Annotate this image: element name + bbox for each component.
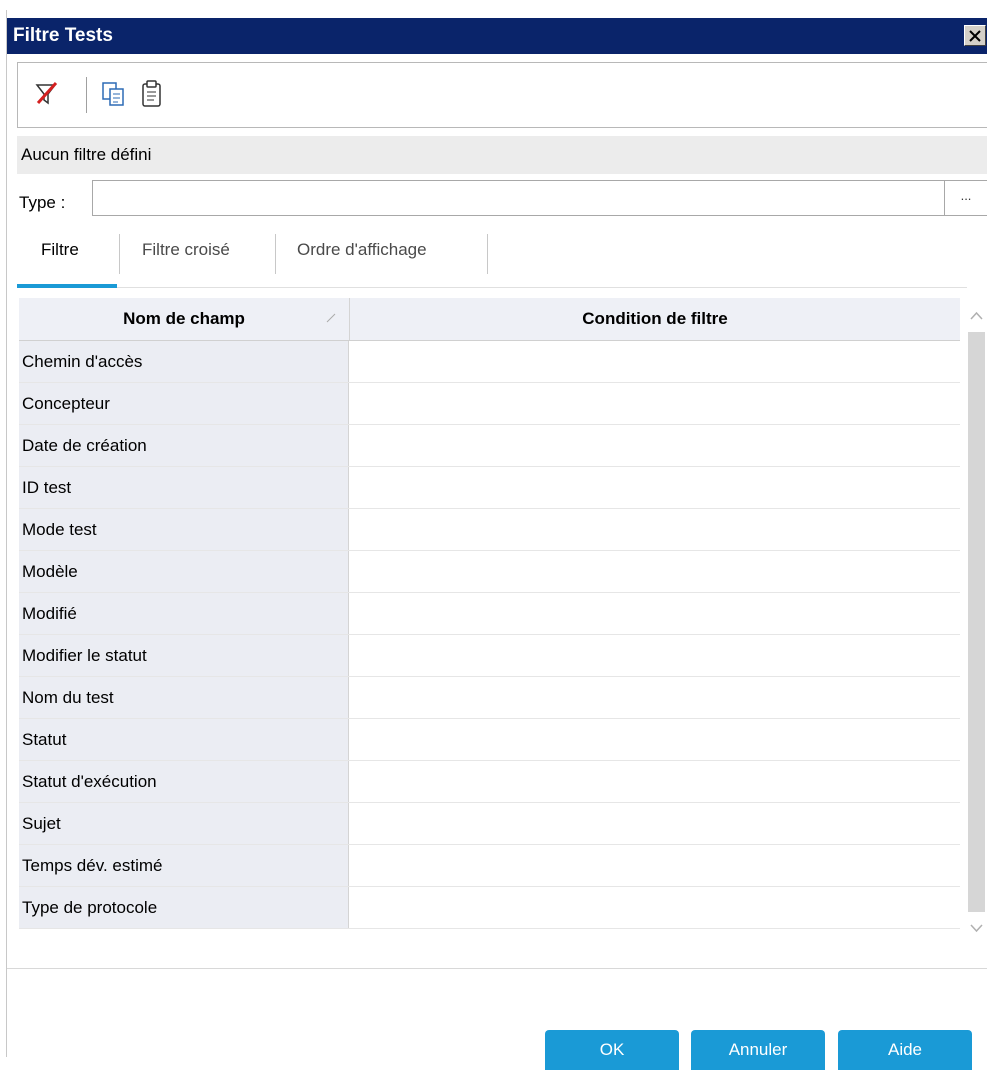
footer-divider <box>7 968 987 969</box>
table-row[interactable]: Modifier le statut <box>19 635 960 677</box>
clear-filter-button[interactable] <box>34 79 62 109</box>
grid-header: Nom de champ Condition de filtre <box>19 298 960 341</box>
scroll-down-button[interactable] <box>965 916 987 940</box>
tab-filtre[interactable]: Filtre <box>41 240 79 260</box>
cancel-button[interactable]: Annuler <box>691 1030 825 1070</box>
filter-condition-cell[interactable] <box>350 761 960 802</box>
field-name-cell: Date de création <box>19 425 349 466</box>
filter-condition-cell[interactable] <box>350 467 960 508</box>
toolbar-separator <box>86 77 87 113</box>
field-name-cell: Nom du test <box>19 677 349 718</box>
column-header-field-name-label: Nom de champ <box>123 309 245 328</box>
filter-condition-cell[interactable] <box>350 845 960 886</box>
tab-separator <box>119 234 120 274</box>
field-name-cell: Temps dév. estimé <box>19 845 349 886</box>
filter-grid: Nom de champ Condition de filtre Chemin … <box>19 298 960 946</box>
table-row[interactable]: Statut d'exécution <box>19 761 960 803</box>
toolbar <box>17 62 987 128</box>
column-header-filter-condition[interactable]: Condition de filtre <box>350 298 960 340</box>
field-name-cell: Sujet <box>19 803 349 844</box>
tab-ordre-affichage[interactable]: Ordre d'affichage <box>297 240 427 260</box>
tab-bar: Filtre Filtre croisé Ordre d'affichage <box>17 230 987 292</box>
table-row[interactable]: Chemin d'accès <box>19 341 960 383</box>
field-name-cell: Modèle <box>19 551 349 592</box>
filter-condition-cell[interactable] <box>350 425 960 466</box>
field-name-cell: Modifier le statut <box>19 635 349 676</box>
filter-condition-cell[interactable] <box>350 635 960 676</box>
field-name-cell: ID test <box>19 467 349 508</box>
filter-condition-cell[interactable] <box>350 509 960 550</box>
vertical-scrollbar[interactable] <box>965 302 987 948</box>
paste-icon <box>142 80 161 107</box>
clear-filter-icon <box>35 81 58 105</box>
table-row[interactable]: ID test <box>19 467 960 509</box>
table-row[interactable]: Temps dév. estimé <box>19 845 960 887</box>
dialog-title: Filtre Tests <box>13 25 113 46</box>
help-button[interactable]: Aide <box>838 1030 972 1070</box>
active-tab-indicator <box>17 284 117 288</box>
filter-condition-cell[interactable] <box>350 677 960 718</box>
table-row[interactable]: Nom du test <box>19 677 960 719</box>
column-header-filter-condition-label: Condition de filtre <box>582 309 728 328</box>
type-input[interactable] <box>92 180 945 216</box>
field-name-cell: Concepteur <box>19 383 349 424</box>
close-icon <box>969 29 981 42</box>
title-bar: Filtre Tests <box>7 18 987 54</box>
table-row[interactable]: Concepteur <box>19 383 960 425</box>
close-button[interactable] <box>964 25 986 46</box>
column-header-field-name[interactable]: Nom de champ <box>19 298 350 340</box>
field-name-cell: Chemin d'accès <box>19 341 349 382</box>
tab-separator <box>275 234 276 274</box>
table-row[interactable]: Type de protocole <box>19 887 960 929</box>
table-row[interactable]: Modèle <box>19 551 960 593</box>
field-name-cell: Statut <box>19 719 349 760</box>
filter-condition-cell[interactable] <box>350 887 960 928</box>
table-row[interactable]: Modifié <box>19 593 960 635</box>
tab-baseline <box>17 287 967 288</box>
type-label: Type : <box>19 193 66 212</box>
chevron-down-icon <box>970 924 983 933</box>
field-name-cell: Mode test <box>19 509 349 550</box>
filter-status-bar: Aucun filtre défini <box>17 136 987 174</box>
chevron-up-icon <box>970 311 983 320</box>
table-row[interactable]: Statut <box>19 719 960 761</box>
filter-condition-cell[interactable] <box>350 383 960 424</box>
paste-button[interactable] <box>138 79 166 109</box>
filter-dialog: Filtre Tests Aucun filtre défini Type: … <box>6 10 987 1070</box>
table-row[interactable]: Date de création <box>19 425 960 467</box>
filter-condition-cell[interactable] <box>350 341 960 382</box>
scroll-up-button[interactable] <box>965 304 987 328</box>
field-name-cell: Statut d'exécution <box>19 761 349 802</box>
field-name-cell: Type de protocole <box>19 887 349 928</box>
filter-condition-cell[interactable] <box>350 803 960 844</box>
copy-icon <box>102 82 124 106</box>
field-name-cell: Modifié <box>19 593 349 634</box>
filter-status-text: Aucun filtre défini <box>21 145 152 164</box>
filter-condition-cell[interactable] <box>350 593 960 634</box>
ok-button[interactable]: OK <box>545 1030 679 1070</box>
tab-filtre-croise[interactable]: Filtre croisé <box>142 240 230 260</box>
table-row[interactable]: Mode test <box>19 509 960 551</box>
filter-condition-cell[interactable] <box>350 551 960 592</box>
scrollbar-thumb[interactable] <box>968 332 985 912</box>
tab-separator <box>487 234 488 274</box>
filter-condition-cell[interactable] <box>350 719 960 760</box>
copy-button[interactable] <box>100 79 128 109</box>
type-browse-button[interactable]: ... <box>945 180 987 216</box>
table-row[interactable]: Sujet <box>19 803 960 845</box>
sort-ascending-icon <box>326 313 336 323</box>
